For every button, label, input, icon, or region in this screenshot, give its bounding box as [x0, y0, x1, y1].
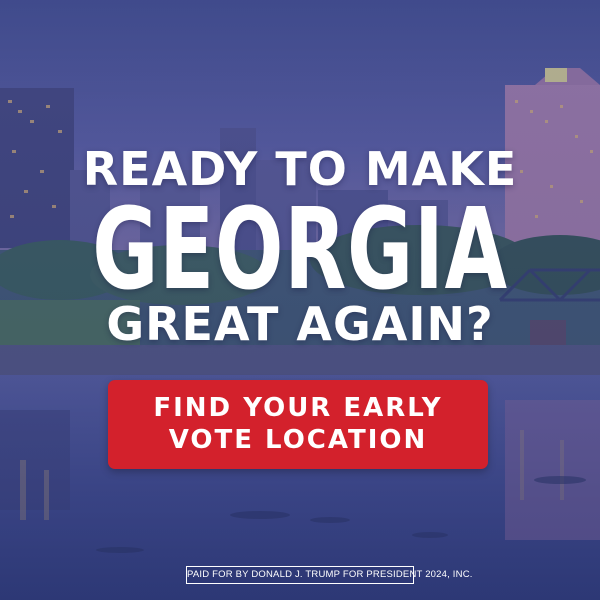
- ad-banner[interactable]: READY TO MAKE GEORGIA GREAT AGAIN? FIND …: [0, 0, 600, 600]
- headline-line-3: GREAT AGAIN?: [106, 297, 494, 351]
- paid-for-disclaimer: PAID FOR BY DONALD J. TRUMP FOR PRESIDEN…: [186, 566, 472, 584]
- cta-label-line-1: FIND YOUR EARLY: [153, 393, 443, 423]
- find-early-vote-location-button[interactable]: FIND YOUR EARLY VOTE LOCATION: [108, 380, 488, 469]
- cta-label-line-2: VOTE LOCATION: [168, 425, 428, 455]
- headline-state-name: GEORGIA: [92, 185, 508, 315]
